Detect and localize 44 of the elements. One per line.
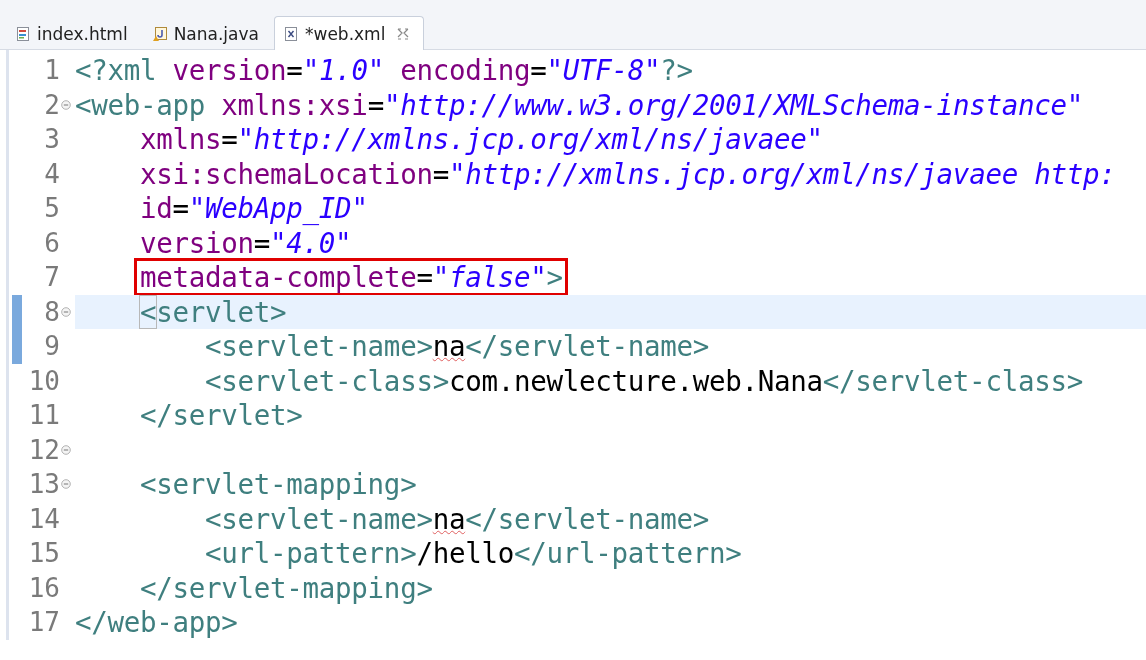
code-line: version="4.0": [139, 226, 352, 259]
fold-icon[interactable]: [61, 479, 71, 490]
line-number: 3: [43, 124, 60, 155]
line-number: 8: [43, 296, 60, 327]
line-number: 15: [27, 538, 60, 569]
html-file-icon: [15, 25, 31, 42]
line-number: 14: [27, 503, 60, 534]
code-line: <servlet-class>com.newlecture.web.Nana</servlet-class>: [204, 364, 1083, 397]
fold-icon[interactable]: [61, 306, 71, 317]
code-line: <servlet-name>na</servlet-name>: [204, 330, 710, 363]
line-number: 7: [43, 262, 60, 293]
line-number: 16: [27, 572, 60, 603]
code-line: <servlet-name>na</servlet-name>: [204, 502, 710, 535]
code-line: id="WebApp_ID": [139, 192, 368, 225]
line-number: 2: [43, 89, 60, 120]
code-line: <url-pattern>/hello</url-pattern>: [204, 537, 742, 570]
java-file-icon: [151, 25, 168, 42]
line-number: 5: [43, 193, 60, 224]
code-line: </servlet-mapping>: [139, 571, 433, 604]
editor-tab[interactable]: index.html: [6, 17, 143, 49]
code-line: xsi:schemaLocation="http://xmlns.jcp.org/xml/ns/javaee http:: [139, 157, 1116, 190]
fold-icon[interactable]: [61, 99, 71, 110]
editor-tab[interactable]: Nana.java: [142, 17, 274, 49]
line-number: 13: [27, 469, 60, 500]
line-number: 6: [43, 227, 60, 258]
code-editor[interactable]: [6, 50, 1146, 640]
line-number: 17: [27, 607, 60, 638]
fold-icon[interactable]: [61, 444, 71, 455]
line-number: 1: [43, 55, 60, 86]
line-number: 12: [27, 434, 60, 465]
code-line: <servlet-mapping>: [139, 468, 417, 501]
code-line: <?xml version="1.0" encoding="UTF-8"?>: [75, 54, 693, 87]
code-line: <web-app xmlns:xsi="http://www.w3.org/2001/XMLSchema-instance": [75, 88, 1083, 121]
line-number: 11: [27, 400, 60, 431]
close-icon[interactable]: [397, 27, 410, 40]
line-number: 9: [43, 331, 60, 362]
editor-tab[interactable]: *web.xml: [274, 16, 425, 50]
code-line: xmlns="http://xmlns.jcp.org/xml/ns/javaee": [139, 123, 823, 156]
line-number: 4: [43, 158, 60, 189]
code-line: </servlet>: [139, 399, 303, 432]
xml-file-icon: [283, 25, 299, 42]
code-line: </web-app>: [75, 606, 238, 639]
line-number: 10: [27, 365, 60, 396]
code-line: <servlet>: [139, 295, 287, 328]
